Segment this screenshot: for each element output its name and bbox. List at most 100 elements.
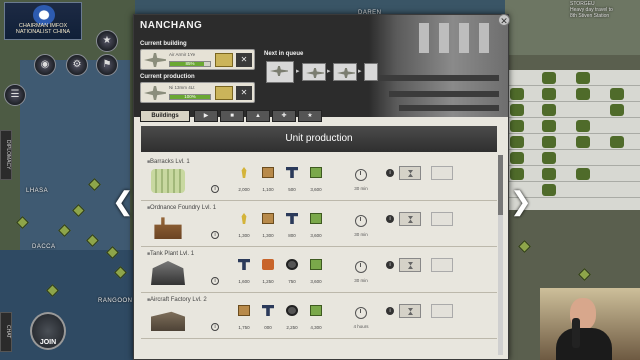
queue-slot[interactable] <box>333 63 357 81</box>
resource-cost: 500 <box>281 167 303 192</box>
resource-cost: 2,000 <box>233 167 255 192</box>
map-label-lhasa: LHASA <box>26 188 49 194</box>
steel-icon <box>286 167 298 178</box>
components-icon <box>262 167 274 178</box>
list-row[interactable] <box>506 86 640 102</box>
current-building-progress: 85% <box>169 61 211 67</box>
resource-cost: 2,250 <box>281 305 303 330</box>
side-tab-diplomacy[interactable]: DIPLOMACY <box>0 130 12 180</box>
building-row-ordnance-foundry[interactable]: Ordnance Foundry Lvl. 1 i 1,300 1,300 80… <box>141 201 497 247</box>
components-icon <box>262 213 274 224</box>
close-icon[interactable]: ✕ <box>498 14 510 26</box>
current-building-label: Current building <box>140 41 187 47</box>
tank-plant-image <box>151 261 185 285</box>
list-row[interactable] <box>506 102 640 118</box>
resource-cost: 800 <box>281 213 303 238</box>
next-city-arrow-icon[interactable]: ❯ <box>510 186 532 216</box>
queue-slot-empty[interactable] <box>364 63 378 81</box>
build-now-button[interactable] <box>431 212 453 226</box>
speed-up-button[interactable] <box>215 53 233 67</box>
previous-city-arrow-icon[interactable]: ❮ <box>112 186 134 216</box>
building-name: Aircraft Factory Lvl. 2 <box>147 297 207 303</box>
build-time: 30 min <box>354 232 368 237</box>
resource-cost: 4,300 <box>305 305 327 330</box>
clock-icon <box>355 215 367 227</box>
money-icon <box>310 259 322 270</box>
clock-icon <box>355 307 367 319</box>
current-production-card[interactable]: Ni 13mm 4Lt 100% ✕ <box>140 82 255 103</box>
tab-armor[interactable]: ■ <box>220 110 244 122</box>
resource-cost: 1,750 <box>233 305 255 330</box>
barracks-image <box>151 169 185 193</box>
tab-navy[interactable]: ▲ <box>246 110 270 122</box>
info-icon[interactable]: i <box>211 231 219 239</box>
info-icon[interactable]: i <box>386 169 394 177</box>
flag-menu-icon[interactable]: ⚑ <box>96 54 118 76</box>
event-notice: STORGEU Heavy day travel to 8th Stiven S… <box>570 1 613 19</box>
info-icon[interactable]: i <box>386 215 394 223</box>
info-icon[interactable]: i <box>386 261 394 269</box>
resource-cost: 1,600 <box>233 259 255 284</box>
building-row-tank-plant[interactable]: Tank Plant Lvl. 1 i 1,600 1,250 750 3,60… <box>141 247 497 293</box>
resource-cost: 3,600 <box>305 213 327 238</box>
money-icon <box>310 213 322 224</box>
tab-buildings[interactable]: Buildings <box>140 110 190 122</box>
rubber-icon <box>286 305 298 316</box>
cancel-production-button[interactable]: ✕ <box>236 86 252 100</box>
queue-slot[interactable] <box>302 63 326 81</box>
build-now-button[interactable] <box>431 258 453 272</box>
oil-icon <box>262 259 274 270</box>
cancel-building-button[interactable]: ✕ <box>236 53 252 67</box>
factory-photo <box>369 15 508 117</box>
build-now-button[interactable] <box>431 166 453 180</box>
info-icon[interactable]: i <box>211 277 219 285</box>
list-row[interactable] <box>506 70 640 86</box>
pistol-icon: ▶ <box>203 113 209 119</box>
list-row[interactable] <box>506 134 640 150</box>
building-name: Tank Plant Lvl. 1 <box>147 251 194 257</box>
arrow-right-icon: ▸ <box>358 68 362 75</box>
city-name: NANCHANG <box>140 20 203 31</box>
current-building-card[interactable]: Air Armir 1Ye 85% ✕ <box>140 49 255 70</box>
current-production-progress: 100% <box>169 94 211 100</box>
list-row[interactable] <box>506 150 640 166</box>
research-icon[interactable]: ⚙ <box>66 54 88 76</box>
tab-air[interactable]: ✚ <box>272 110 296 122</box>
diplomacy-icon[interactable]: ◉ <box>34 54 56 76</box>
sun-emblem-icon <box>33 5 55 25</box>
nation-name: NATIONALIST CHINA <box>15 29 71 35</box>
build-time: 4 hours <box>353 324 369 329</box>
info-icon[interactable]: i <box>211 323 219 331</box>
queue-build-button[interactable] <box>399 258 421 272</box>
newspaper-icon[interactable]: ☰ <box>4 84 26 106</box>
tab-special[interactable]: ★ <box>298 110 322 122</box>
plane-icon <box>144 86 166 100</box>
building-name: Ordnance Foundry Lvl. 1 <box>147 205 216 211</box>
list-row[interactable] <box>506 166 640 182</box>
info-icon[interactable]: i <box>386 307 394 315</box>
queue-build-button[interactable] <box>399 304 421 318</box>
speed-up-button[interactable] <box>215 86 233 100</box>
queue-slot[interactable] <box>266 61 294 83</box>
list-scrollbar[interactable] <box>498 155 503 355</box>
money-icon <box>310 167 322 178</box>
info-icon[interactable]: i <box>211 185 219 193</box>
rubber-icon <box>286 259 298 270</box>
build-now-button[interactable] <box>431 304 453 318</box>
resource-cost: 3,600 <box>305 167 327 192</box>
plane-icon <box>144 53 166 67</box>
scrollbar-thumb[interactable] <box>498 155 503 215</box>
map-region-tibet <box>20 60 130 260</box>
tab-infantry[interactable]: ▶ <box>194 110 218 122</box>
queue-build-button[interactable] <box>399 212 421 226</box>
list-row[interactable] <box>506 118 640 134</box>
side-tab-chat[interactable]: CHAT <box>0 312 12 352</box>
queue-build-button[interactable] <box>399 166 421 180</box>
steel-icon <box>238 259 250 270</box>
building-row-barracks[interactable]: Barracks Lvl. 1 i 2,000 1,100 500 3,600 … <box>141 155 497 201</box>
map-label-rangoon: RANGOON <box>98 298 133 304</box>
plane-icon <box>306 68 324 78</box>
streamer-webcam <box>540 288 640 360</box>
building-row-aircraft-factory[interactable]: Aircraft Factory Lvl. 2 i 1,750 000 2,25… <box>141 293 497 339</box>
army-icon[interactable]: ★ <box>96 30 118 52</box>
